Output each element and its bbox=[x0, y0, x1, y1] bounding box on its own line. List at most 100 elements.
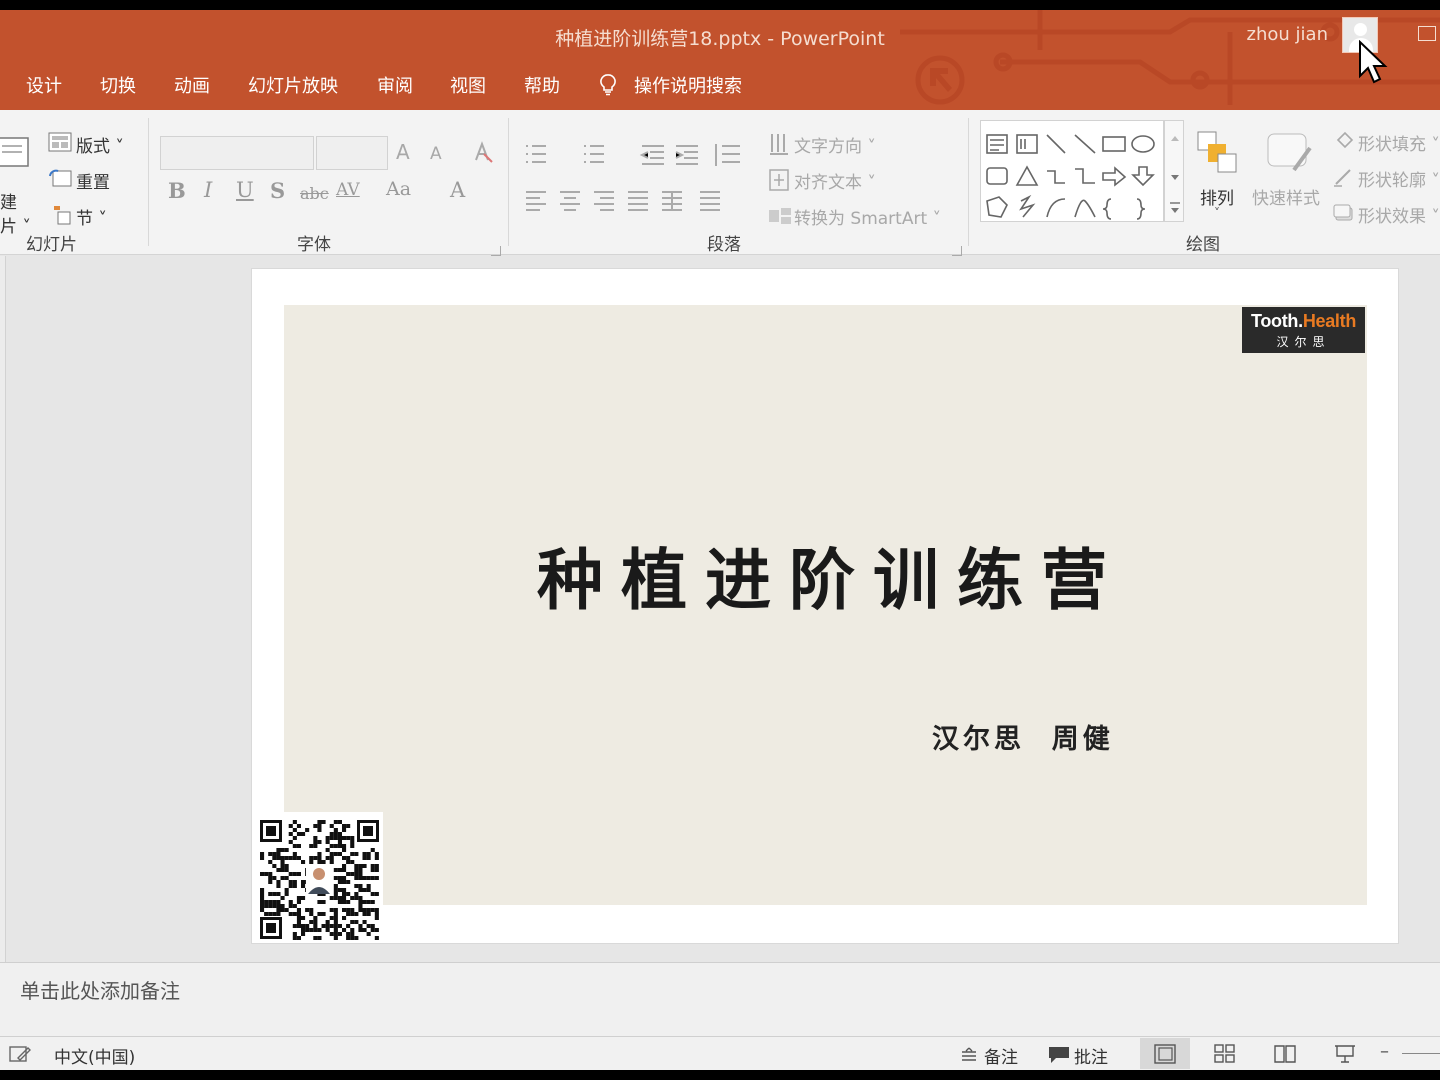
bold-button[interactable]: B bbox=[168, 178, 186, 203]
slide-title[interactable]: 种植进阶训练营 bbox=[252, 527, 1400, 623]
group-separator bbox=[968, 118, 969, 246]
title-bar: 种植进阶训练营18.pptx - PowerPoint zhou jian 设计… bbox=[0, 10, 1440, 110]
ribbon: 建 片 ˅ 版式 ˅ 重置 节 ˅ 幻灯片 A A B I U S abc AV… bbox=[0, 110, 1440, 256]
new-slide-button[interactable]: 建 bbox=[0, 188, 17, 213]
convert-smartart-label: 转换为 SmartArt bbox=[794, 209, 928, 229]
gallery-scroll-arrows-icon bbox=[1170, 136, 1180, 213]
notes-pane[interactable]: 单击此处添加备注 bbox=[0, 962, 1440, 1036]
char-spacing-button[interactable]: AV bbox=[336, 180, 360, 200]
tab-animations[interactable]: 动画 bbox=[174, 72, 210, 98]
drawing-group-label: 绘图 bbox=[1186, 235, 1220, 255]
layout-button[interactable]: 版式 ˅ bbox=[76, 132, 124, 157]
slides-group-label: 幻灯片 bbox=[26, 235, 77, 255]
text-direction-button[interactable]: 文字方向 ˅ bbox=[794, 132, 876, 157]
paragraph-group-label: 段落 bbox=[707, 235, 741, 255]
shape-effects-button[interactable]: 形状效果 ˅ bbox=[1358, 202, 1440, 227]
layout-label: 版式 bbox=[76, 137, 110, 157]
quick-styles-icon bbox=[1267, 133, 1312, 172]
alignment-icons[interactable] bbox=[522, 188, 752, 216]
tab-view[interactable]: 视图 bbox=[450, 72, 486, 98]
shape-outline-label: 形状轮廓 bbox=[1358, 171, 1426, 191]
language-indicator[interactable]: 中文(中国) bbox=[54, 1043, 135, 1068]
list-indent-icons[interactable] bbox=[522, 140, 762, 172]
shapes-gallery[interactable] bbox=[980, 120, 1164, 222]
status-bar: 中文(中国) 备注 批注 – bbox=[0, 1036, 1440, 1070]
font-color-button[interactable]: A bbox=[450, 178, 465, 202]
align-text-icon bbox=[769, 169, 789, 191]
shrink-font-button[interactable]: A bbox=[430, 144, 442, 164]
tab-review[interactable]: 审阅 bbox=[377, 72, 413, 98]
shape-outline-button[interactable]: 形状轮廓 ˅ bbox=[1358, 166, 1440, 191]
reading-view-icon[interactable] bbox=[1274, 1044, 1296, 1064]
arrange-icon bbox=[1197, 131, 1237, 173]
group-separator bbox=[148, 118, 149, 246]
slide-editing-area: Tooth.Health 汉尔思 种植进阶训练营 汉尔思 周健 bbox=[0, 256, 1440, 962]
toothhealth-logo: Tooth.Health 汉尔思 bbox=[1242, 307, 1365, 353]
section-button[interactable]: 节 ˅ bbox=[76, 204, 107, 229]
tab-transitions[interactable]: 切换 bbox=[100, 72, 136, 98]
tab-help[interactable]: 帮助 bbox=[524, 72, 560, 98]
tell-me-label: 操作说明搜索 bbox=[634, 76, 742, 97]
change-case-button[interactable]: Aa bbox=[386, 178, 411, 200]
slideshow-view-icon[interactable] bbox=[1334, 1044, 1356, 1064]
shape-fill-label: 形状填充 bbox=[1358, 135, 1426, 155]
group-separator bbox=[508, 118, 509, 246]
reset-button[interactable]: 重置 bbox=[76, 168, 110, 193]
section-icon bbox=[54, 206, 71, 225]
strikethrough-button[interactable]: abc bbox=[300, 184, 329, 203]
arrange-dropdown-arrow[interactable]: ˅ bbox=[1214, 206, 1220, 220]
quick-styles-button[interactable]: 快速样式 bbox=[1252, 184, 1320, 209]
logo-text-tooth: Tooth. bbox=[1250, 311, 1303, 331]
notes-toggle-button[interactable]: 备注 bbox=[984, 1043, 1018, 1068]
font-name-box[interactable] bbox=[160, 136, 314, 170]
font-dialog-launcher[interactable] bbox=[491, 246, 501, 256]
reset-icon bbox=[49, 169, 72, 187]
logo-text-chinese: 汉尔思 bbox=[1276, 335, 1331, 349]
new-slide-label: 建 bbox=[0, 193, 17, 213]
shape-fill-button[interactable]: 形状填充 ˅ bbox=[1358, 130, 1440, 155]
document-title: 种植进阶训练营18.pptx - PowerPoint bbox=[555, 28, 885, 50]
tab-design[interactable]: 设计 bbox=[26, 72, 62, 98]
new-slide-label-2: 片 bbox=[0, 217, 17, 237]
tab-slideshow[interactable]: 幻灯片放映 bbox=[248, 72, 338, 98]
zoom-out-button[interactable]: – bbox=[1380, 1041, 1389, 1062]
italic-button[interactable]: I bbox=[204, 178, 212, 202]
underline-button[interactable]: U bbox=[236, 178, 254, 202]
shape-effects-icon bbox=[1333, 204, 1353, 221]
align-text-label: 对齐文本 bbox=[794, 173, 862, 193]
thumbnail-pane[interactable] bbox=[0, 256, 6, 962]
shape-fill-icon bbox=[1336, 131, 1354, 149]
new-slide-icon bbox=[0, 137, 29, 167]
smartart-icon bbox=[769, 208, 791, 224]
layout-icon bbox=[48, 132, 72, 152]
shape-effects-label: 形状效果 bbox=[1358, 207, 1426, 227]
normal-view-icon[interactable] bbox=[1154, 1044, 1176, 1064]
paragraph-dialog-launcher[interactable] bbox=[952, 246, 962, 256]
slide-sorter-icon[interactable] bbox=[1214, 1044, 1236, 1064]
grow-font-button[interactable]: A bbox=[396, 140, 410, 164]
clear-formatting-icon[interactable] bbox=[470, 140, 494, 164]
slide-author[interactable]: 汉尔思 周健 bbox=[932, 717, 1114, 756]
convert-smartart-button[interactable]: 转换为 SmartArt ˅ bbox=[794, 204, 941, 229]
shapes-gallery-icons bbox=[986, 134, 1155, 220]
align-text-button[interactable]: 对齐文本 ˅ bbox=[794, 168, 876, 193]
section-label: 节 bbox=[76, 209, 93, 229]
zoom-slider[interactable] bbox=[1402, 1053, 1440, 1054]
text-direction-icon bbox=[770, 134, 788, 155]
user-name[interactable]: zhou jian bbox=[1247, 24, 1328, 45]
logo-text-health: Health bbox=[1302, 311, 1357, 331]
slide-canvas[interactable]: Tooth.Health 汉尔思 种植进阶训练营 汉尔思 周健 bbox=[251, 268, 1399, 944]
mouse-cursor-icon bbox=[1359, 40, 1388, 84]
accessibility-check-icon[interactable] bbox=[8, 1044, 32, 1064]
powerpoint-window: 种植进阶训练营18.pptx - PowerPoint zhou jian 设计… bbox=[0, 10, 1440, 1070]
qr-code-pattern bbox=[260, 820, 379, 940]
comments-toggle-button[interactable]: 批注 bbox=[1074, 1043, 1108, 1068]
shadow-button[interactable]: S bbox=[270, 178, 285, 203]
font-size-box[interactable] bbox=[316, 136, 388, 170]
text-direction-label: 文字方向 bbox=[794, 137, 862, 157]
notes-placeholder: 单击此处添加备注 bbox=[20, 979, 180, 1003]
font-group-label: 字体 bbox=[297, 235, 331, 255]
tell-me-search[interactable]: 操作说明搜索 bbox=[600, 72, 742, 98]
ribbon-display-options-button[interactable] bbox=[1418, 26, 1436, 41]
gallery-scroll[interactable] bbox=[1164, 120, 1184, 222]
